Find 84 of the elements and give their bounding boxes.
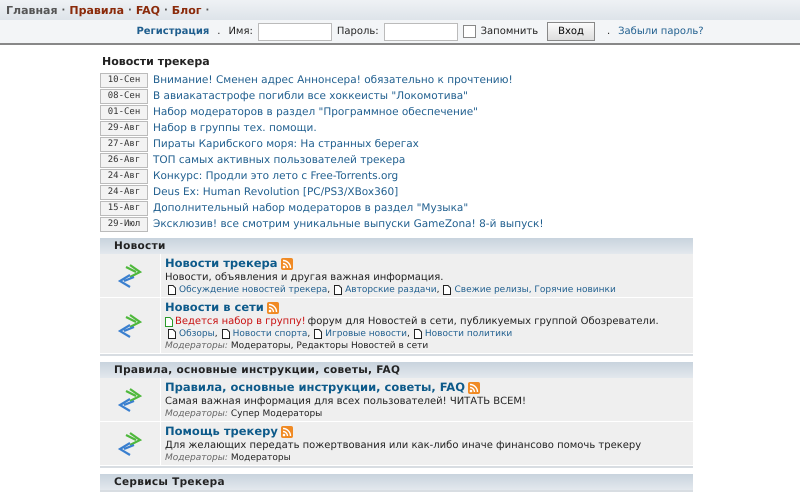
nav-link[interactable]: Правила [69,4,124,16]
separator-dot: . [606,26,612,37]
forgot-password-link[interactable]: Забыли пароль? [618,26,704,37]
news-link[interactable]: Дополнительный набор модераторов в раздел "Музыка" [153,201,468,215]
double-chevron-icon [116,430,144,456]
rss-icon[interactable] [266,302,279,314]
separator-dot: . [216,26,222,37]
nav-link[interactable]: Блог [172,4,202,16]
forum-title-link[interactable]: Помощь трекеру [165,424,278,439]
news-date: 26-Авг [100,152,148,168]
nav-link[interactable]: Главная [6,4,58,16]
document-icon [314,329,322,339]
forum-description: Для желающих передать пожертвования или как-либо иначе финансово помочь трекеру [165,439,642,452]
nav-separator: · [62,4,66,16]
document-icon [222,329,230,339]
subforum-link[interactable]: Игровые новости [325,328,408,340]
remember-checkbox[interactable] [462,25,476,38]
rss-icon[interactable] [468,382,480,394]
comma: , [436,284,440,296]
forum-description: Самая важная информация для всех пользователей! ЧИТАТЬ ВСЕМ! [165,395,526,408]
moderators-label: Модераторы: [165,409,228,419]
news-link[interactable]: ТОП самых активных пользователей трекера [153,153,406,167]
forum-title-link[interactable]: Новости в сети [165,300,264,315]
comma: , [307,328,310,340]
subforum-link[interactable]: Новости политики [424,328,512,340]
news-link[interactable]: Набор в группы тех. помощи. [153,121,317,135]
nav-link[interactable]: FAQ [136,4,160,16]
news-heading: Новости трекера [101,55,211,69]
register-link[interactable]: Регистрация [136,26,210,37]
subforum-link[interactable]: Обзоры [179,328,215,340]
subforum-link[interactable]: Свежие релизы, Горячие новинки [454,284,616,296]
news-date: 15-Авг [100,200,148,216]
password-field[interactable] [384,22,458,40]
news-date: 29-Июл [100,216,148,232]
moderators-list: Супер Модераторы [230,409,322,419]
nav-separator: · [128,4,132,16]
forum-description: Новости, объявления и другая важная информация. [165,271,444,284]
moderators-list: Модераторы, Редакторы Новостей в сети [230,341,428,351]
news-date: 29-Авг [100,120,148,136]
document-icon [334,285,342,295]
news-date: 27-Авг [100,136,148,152]
subforum-link[interactable]: Новости спорта [232,328,308,340]
forum-description: форум для Новостей в сети, публикуемых группой Обозреватели. [308,315,659,328]
password-label: Пароль: [336,26,379,37]
news-link[interactable]: Конкурс: Продли это лето с Free-Torrents.org [153,169,398,183]
news-date: 08-Сен [100,88,148,104]
document-icon [443,285,452,295]
notice-text: Ведется набор в группу! [175,315,306,328]
rss-icon[interactable] [280,426,293,438]
moderators-label: Модераторы: [165,341,228,351]
double-chevron-icon [116,386,144,412]
news-link[interactable]: В авиакатастрофе погибли все хоккеисты "Локомотива" [153,89,468,103]
subforum-link[interactable]: Обсуждение новостей трекера [179,284,328,296]
nav-separator: · [206,4,210,16]
moderators-label: Модераторы: [165,453,228,463]
news-link[interactable]: Эксклюзив! все смотрим уникальные выпуски GameZona! 8-й выпуск! [153,217,544,231]
double-chevron-icon [116,312,144,338]
news-link[interactable]: Пираты Карибского моря: На странных берегах [153,137,419,151]
subforum-link[interactable]: Авторские раздачи [345,284,437,296]
document-icon [414,329,422,339]
news-date: 10-Сен [100,72,148,88]
comma: , [214,328,218,340]
news-date: 24-Авг [100,168,148,184]
remember-label: Запомнить [480,26,538,37]
forum-title-link[interactable]: Правила, основные инструкции, советы, FAQ [165,380,465,395]
section-header: Правила, основные инструкции, советы, FAQ [100,362,693,378]
forum-title-link[interactable]: Новости трекера [165,256,278,271]
section-header: Новости [100,238,693,254]
document-icon [168,285,176,295]
news-link[interactable]: Deus Ex: Human Revolution [PC/PS3/XBox360] [153,185,398,199]
moderators-list: Модераторы [230,453,291,463]
rss-icon[interactable] [280,258,293,270]
double-chevron-icon [116,262,144,288]
name-field[interactable] [258,22,332,40]
nav-separator: · [164,4,168,16]
news-date: 24-Авг [100,184,148,200]
name-label: Имя: [228,26,253,37]
login-button[interactable]: Вход [547,22,595,41]
news-link[interactable]: Набор модераторов в раздел "Программное обеспечение" [153,105,478,119]
comma: , [407,328,410,340]
news-date: 01-Сен [100,104,148,120]
section-header: Сервисы Трекера [100,474,693,490]
comma: , [327,284,330,296]
news-link[interactable]: Внимание! Сменен адрес Аннонсера! обязательно к прочтению! [153,73,513,87]
